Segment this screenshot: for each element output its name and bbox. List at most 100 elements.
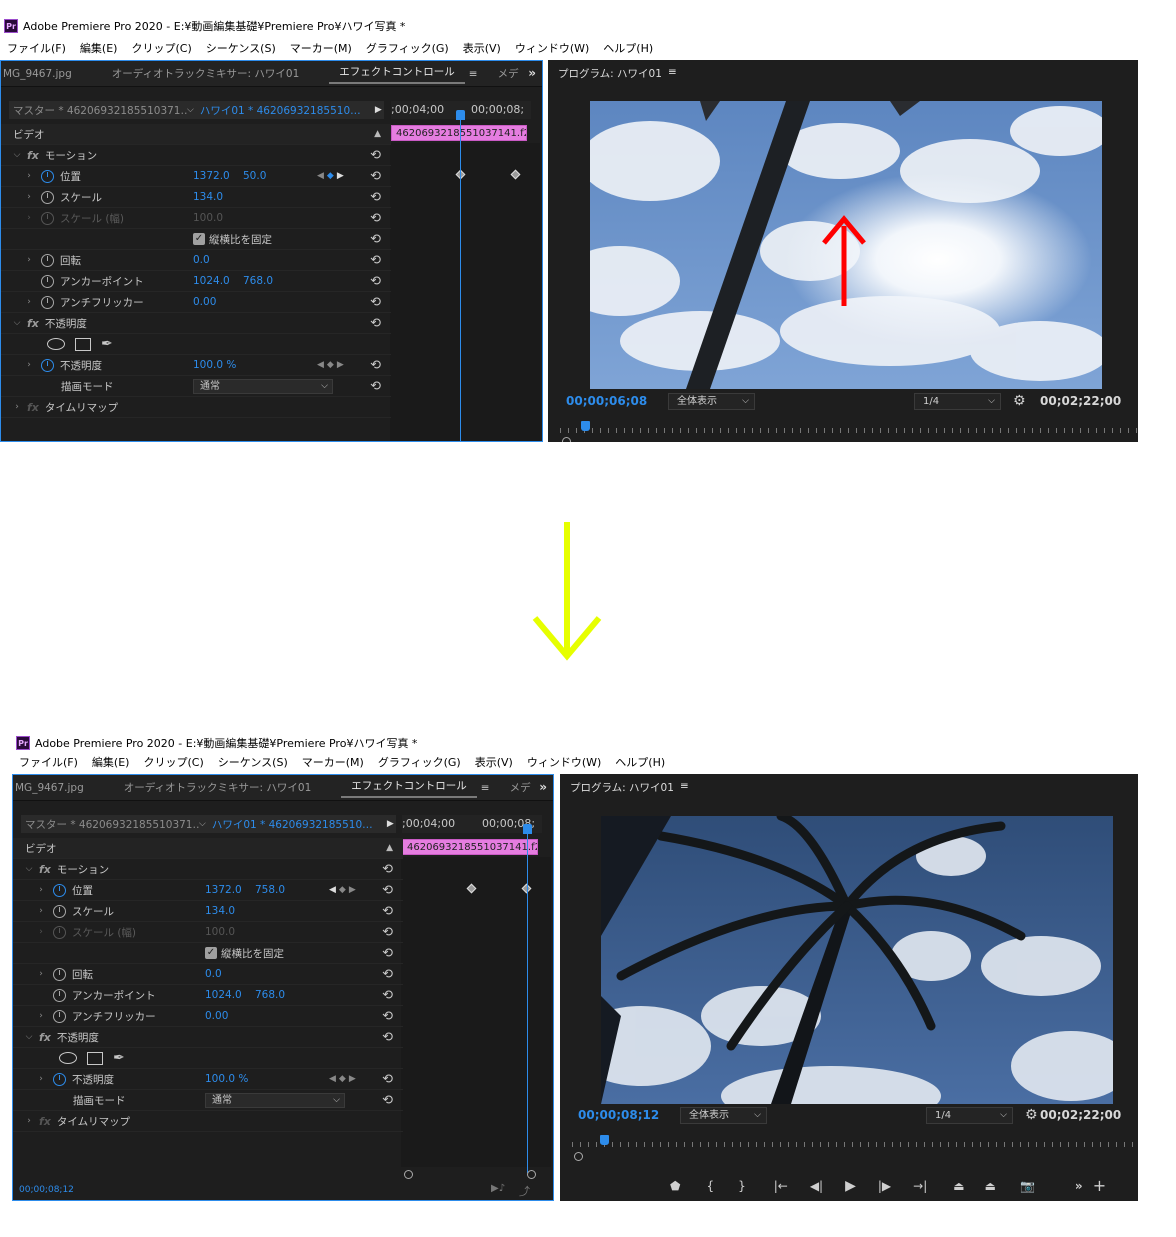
twirl-closed-icon[interactable]: › (23, 171, 35, 181)
button-editor-plus-icon[interactable]: + (1093, 1176, 1106, 1195)
anti-flicker-value[interactable]: 0.00 (205, 1010, 228, 1022)
reset-icon[interactable]: ⟲ (382, 1093, 393, 1108)
menu-view[interactable]: 表示(V) (468, 753, 520, 773)
program-current-timecode[interactable]: 00;00;08;12 (578, 1108, 659, 1122)
ec-time-ruler[interactable]: ;00;04;00 00;00;08; (402, 815, 542, 833)
stopwatch-icon[interactable] (41, 253, 54, 267)
twirl-open-icon[interactable]: ⌵ (11, 318, 23, 328)
menu-view[interactable]: 表示(V) (456, 39, 508, 59)
twirl-open-icon[interactable]: ⌵ (11, 150, 23, 160)
reset-icon[interactable]: ⟲ (370, 379, 381, 394)
reset-icon[interactable]: ⟲ (382, 1072, 393, 1087)
twirl-closed-icon[interactable]: › (35, 1074, 47, 1084)
twirl-closed-icon[interactable]: › (23, 360, 35, 370)
resolution-dropdown[interactable]: 1/4 ⌵ (914, 393, 1001, 410)
scale-value[interactable]: 134.0 (193, 191, 223, 203)
tab-effect-controls[interactable]: エフェクトコントロール (341, 778, 477, 798)
menu-file[interactable]: ファイル(F) (12, 753, 85, 773)
fx-icon[interactable]: fx (39, 1115, 51, 1128)
reset-icon[interactable]: ⟲ (382, 988, 393, 1003)
ellipse-mask-icon[interactable] (59, 1052, 77, 1064)
tab-audio-mixer[interactable]: オーディオトラックミキサー: ハワイ01 (114, 780, 322, 795)
play-only-clip-icon[interactable]: ▶ (387, 819, 394, 829)
position-y-value[interactable]: 758.0 (255, 884, 285, 896)
stopwatch-icon[interactable] (41, 274, 54, 288)
menu-sequence[interactable]: シーケンス(S) (211, 753, 295, 773)
menu-edit[interactable]: 編集(E) (73, 39, 125, 59)
collapse-up-icon[interactable]: ▲ (374, 129, 381, 139)
position-x-value[interactable]: 1372.0 (193, 170, 230, 182)
fx-icon[interactable]: fx (27, 401, 39, 414)
program-playhead[interactable] (600, 1135, 609, 1145)
twirl-closed-icon[interactable]: › (11, 402, 23, 412)
reset-icon[interactable]: ⟲ (382, 862, 393, 877)
play-icon[interactable]: ▶ (845, 1178, 856, 1194)
reset-icon[interactable]: ⟲ (382, 1009, 393, 1024)
twirl-closed-icon[interactable]: › (35, 906, 47, 916)
reset-icon[interactable]: ⟲ (370, 253, 381, 268)
keyframe-navigator[interactable]: ◀◆▶ (329, 1074, 359, 1084)
program-video-frame[interactable] (590, 101, 1102, 389)
reset-icon[interactable]: ⟲ (382, 1030, 393, 1045)
rectangle-mask-icon[interactable] (87, 1051, 103, 1065)
stopwatch-icon[interactable] (53, 904, 66, 918)
clip-bar[interactable]: 4620693218551037141.f2e (402, 839, 538, 855)
step-forward-icon[interactable]: |▶ (878, 1179, 891, 1193)
reset-icon[interactable]: ⟲ (370, 232, 381, 247)
stopwatch-icon[interactable] (53, 967, 66, 981)
wrench-icon[interactable]: ⚙ (1025, 1107, 1038, 1123)
panel-menu-icon[interactable]: ≡ (481, 782, 490, 794)
zoom-dropdown[interactable]: 全体表示 ⌵ (680, 1107, 767, 1124)
twirl-closed-icon[interactable]: › (23, 297, 35, 307)
export-frame-camera-icon[interactable]: 📷 (1020, 1179, 1035, 1193)
ec-current-timecode[interactable]: 00;00;08;12 (19, 1185, 74, 1195)
stopwatch-icon[interactable] (53, 988, 66, 1002)
ec-timeline-area[interactable] (390, 143, 540, 441)
fx-icon[interactable]: fx (39, 863, 51, 876)
wrench-icon[interactable]: ⚙ (1013, 393, 1026, 409)
anti-flicker-value[interactable]: 0.00 (193, 296, 216, 308)
sequence-clip-label[interactable]: ハワイ01 * 46206932185510… (212, 817, 387, 832)
menu-edit[interactable]: 編集(E) (85, 753, 137, 773)
reset-icon[interactable]: ⟲ (370, 169, 381, 184)
menu-graphic[interactable]: グラフィック(G) (359, 39, 456, 59)
master-clip-label[interactable]: マスター * 46206932185510371… (9, 103, 187, 118)
position-y-value[interactable]: 50.0 (243, 170, 266, 182)
opacity-value[interactable]: 100.0 % (205, 1073, 248, 1085)
reset-icon[interactable]: ⟲ (382, 904, 393, 919)
opacity-section-row[interactable]: ⌵ fx 不透明度 ⟲ (1, 313, 391, 334)
tab-media[interactable]: メデ (488, 66, 529, 81)
twirl-open-icon[interactable]: ⌵ (23, 1032, 35, 1042)
reset-icon[interactable]: ⟲ (370, 148, 381, 163)
menu-clip[interactable]: クリップ(C) (136, 753, 210, 773)
collapse-up-icon[interactable]: ▲ (386, 843, 393, 853)
zoom-scroll-handle[interactable] (562, 437, 571, 442)
reset-icon[interactable]: ⟲ (370, 358, 381, 373)
menu-marker[interactable]: マーカー(M) (283, 39, 359, 59)
time-remap-row[interactable]: › fx タイムリマップ (1, 397, 391, 418)
menu-file[interactable]: ファイル(F) (0, 39, 73, 59)
anchor-x-value[interactable]: 1024.0 (205, 989, 242, 1001)
keyframe-navigator[interactable]: ◀◆▶ (317, 171, 347, 181)
opacity-value[interactable]: 100.0 % (193, 359, 236, 371)
stopwatch-icon[interactable] (41, 169, 54, 183)
program-playhead[interactable] (581, 421, 590, 431)
anchor-y-value[interactable]: 768.0 (255, 989, 285, 1001)
reset-icon[interactable]: ⟲ (370, 316, 381, 331)
panel-menu-icon[interactable]: ≡ (668, 66, 677, 78)
master-clip-label[interactable]: マスター * 46206932185510371… (21, 817, 199, 832)
blend-mode-dropdown[interactable]: 通常 ⌵ (205, 1092, 345, 1108)
menu-clip[interactable]: クリップ(C) (124, 39, 198, 59)
menu-graphic[interactable]: グラフィック(G) (371, 753, 468, 773)
overflow-icon[interactable]: » (528, 66, 536, 80)
rotation-value[interactable]: 0.0 (193, 254, 210, 266)
reset-icon[interactable]: ⟲ (370, 274, 381, 289)
program-time-ruler[interactable] (560, 422, 1138, 438)
keyframe-navigator[interactable]: ◀◆▶ (329, 885, 359, 895)
menu-sequence[interactable]: シーケンス(S) (199, 39, 283, 59)
keyframe-navigator[interactable]: ◀◆▶ (317, 360, 347, 370)
ec-zoom-handle-left[interactable] (404, 1170, 413, 1179)
reset-icon[interactable]: ⟲ (382, 883, 393, 898)
tab-audio-mixer[interactable]: オーディオトラックミキサー: ハワイ01 (102, 66, 310, 81)
twirl-closed-icon[interactable]: › (35, 1011, 47, 1021)
